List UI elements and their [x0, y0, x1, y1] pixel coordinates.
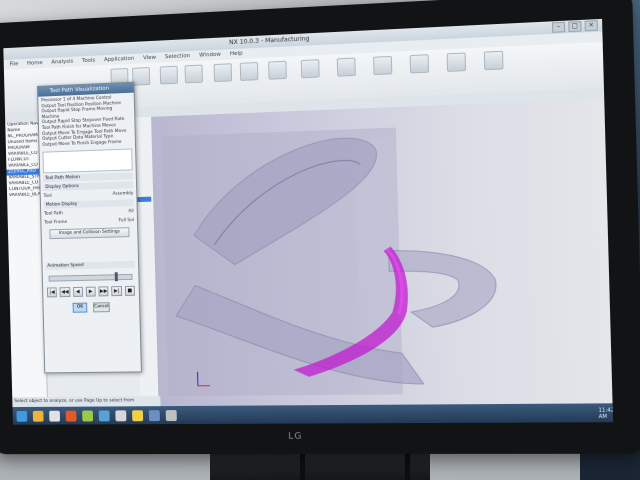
fast-forward-icon[interactable]: ▶|: [111, 286, 122, 297]
menu-help[interactable]: Help: [230, 49, 243, 60]
step-back-icon[interactable]: ◀◀: [59, 287, 71, 298]
clock: 11:42 AM: [598, 407, 614, 421]
taskbar: 11:42 AM: [12, 403, 614, 425]
graphics-viewport[interactable]: [151, 98, 613, 407]
menu-file[interactable]: File: [9, 59, 18, 69]
app-icon[interactable]: [165, 409, 177, 421]
feeds-speeds-icon[interactable]: [373, 55, 393, 76]
minimize-button[interactable]: –: [551, 21, 566, 33]
tool-select[interactable]: Assembly: [112, 191, 133, 199]
side-panel-selection[interactable]: [137, 196, 152, 203]
tool-frame-field: Tool Frame Full Sol: [44, 217, 134, 226]
app-icon[interactable]: [65, 410, 77, 422]
tool-field: Tool Assembly: [44, 191, 134, 201]
step-forward-icon[interactable]: ▶▶: [98, 286, 109, 297]
dialog-message: Processor 1 of 4 Machine Control Output …: [38, 93, 135, 151]
window-title: NX 10.0.3 - Manufacturing: [229, 35, 310, 47]
menu-tools[interactable]: Tools: [82, 56, 95, 67]
tool-frame-select[interactable]: Full Sol: [119, 217, 135, 224]
animation-speed-label: Animation Speed: [45, 261, 136, 271]
toolpath-visualization-dialog: Tool Path Visualization Processor 1 of 4…: [36, 81, 142, 374]
display-icon[interactable]: [409, 54, 430, 74]
menu-view[interactable]: View: [143, 53, 156, 64]
monitor-bezel: NX 10.0.3 - Manufacturing – □ × File Hom…: [0, 0, 640, 455]
part-model: [161, 127, 612, 397]
monitor-logo: LG: [288, 431, 303, 442]
create-geometry-icon[interactable]: [159, 65, 179, 85]
simulate-machine-icon[interactable]: [268, 60, 287, 80]
shop-doc-icon[interactable]: [336, 57, 356, 77]
display-options-section[interactable]: Display Options: [43, 181, 134, 192]
navigator-row[interactable]: VARIABLE_BLA: [7, 192, 42, 199]
create-method-icon[interactable]: [184, 64, 204, 84]
app-icon[interactable]: [98, 409, 110, 421]
animation-speed-slider[interactable]: [48, 272, 133, 282]
close-button[interactable]: ×: [584, 20, 598, 32]
window-controls: – □ ×: [551, 20, 598, 33]
verify-toolpath-icon[interactable]: [239, 62, 259, 81]
rewind-icon[interactable]: |◀: [46, 287, 58, 298]
play-icon[interactable]: ▶: [85, 286, 96, 298]
app-icon[interactable]: [148, 409, 160, 421]
motion-display-section[interactable]: Motion Display: [43, 199, 134, 210]
slider-handle[interactable]: [114, 272, 119, 282]
app-icon[interactable]: [132, 409, 144, 421]
tool-path-field: Tool Path All: [44, 208, 134, 218]
tool-label: Tool: [43, 194, 52, 200]
create-tool-icon[interactable]: [132, 66, 151, 86]
start-icon[interactable]: [16, 410, 28, 422]
monitor-stand: [210, 450, 430, 480]
monitor-screen: NX 10.0.3 - Manufacturing – □ × File Hom…: [3, 18, 614, 425]
dialog-list-box[interactable]: [42, 148, 133, 174]
play-reverse-icon[interactable]: ◀: [72, 287, 83, 298]
app-icon[interactable]: [82, 410, 94, 421]
maximize-button[interactable]: □: [568, 20, 582, 33]
tool-path-select[interactable]: All: [128, 208, 134, 215]
dialog-buttons: OK Cancel: [72, 302, 110, 314]
tool-path-label: Tool Path: [44, 211, 64, 218]
app-icon[interactable]: [115, 409, 127, 421]
playback-controls: |◀ ◀◀ ◀ ▶ ▶▶ ▶| ■: [46, 286, 135, 298]
generate-toolpath-icon[interactable]: [213, 63, 233, 83]
more-icon[interactable]: [483, 50, 504, 71]
postprocess-icon[interactable]: [300, 59, 320, 79]
tool-frame-label: Tool Frame: [44, 220, 68, 226]
app-icon[interactable]: [49, 410, 61, 422]
stop-icon[interactable]: ■: [124, 286, 135, 297]
ok-button[interactable]: OK: [72, 302, 88, 314]
cancel-button[interactable]: Cancel: [93, 302, 110, 313]
image-collision-settings-button[interactable]: Image and Collision Settings: [49, 227, 130, 240]
analysis-icon[interactable]: [446, 52, 467, 72]
explorer-icon[interactable]: [32, 410, 44, 422]
